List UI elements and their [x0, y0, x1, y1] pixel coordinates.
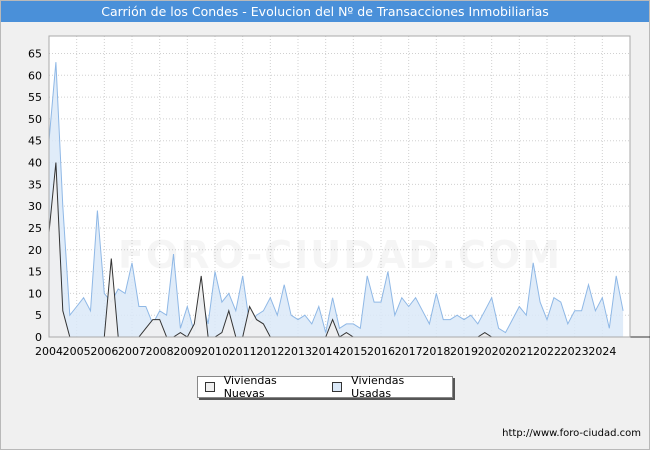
x-tick-label: 2009: [173, 345, 201, 358]
legend-item-nuevas: Viviendas Nuevas: [205, 374, 317, 400]
y-tick-label: 30: [28, 200, 42, 213]
y-tick-label: 60: [28, 69, 42, 82]
x-tick-label: 2006: [90, 345, 118, 358]
source-url: http://www.foro-ciudad.com: [502, 428, 641, 439]
y-tick-label: 45: [28, 135, 42, 148]
y-tick-label: 50: [28, 113, 42, 126]
y-tick-label: 0: [35, 331, 42, 344]
x-tick-label: 2021: [505, 345, 533, 358]
y-tick-label: 35: [28, 178, 42, 191]
y-tick-label: 10: [28, 287, 42, 300]
x-tick-label: 2017: [395, 345, 423, 358]
x-tick-label: 2011: [229, 345, 257, 358]
x-tick-label: 2022: [533, 345, 561, 358]
watermark: FORO-CIUDAD.COM: [118, 233, 562, 277]
y-tick-label: 55: [28, 91, 42, 104]
y-tick-label: 25: [28, 222, 42, 235]
x-tick-label: 2024: [588, 345, 616, 358]
x-tick-label: 2005: [63, 345, 91, 358]
x-tick-label: 2004: [35, 345, 63, 358]
legend-swatch-nuevas: [205, 382, 215, 392]
x-tick-label: 2019: [450, 345, 478, 358]
y-tick-label: 40: [28, 157, 42, 170]
x-tick-label: 2007: [118, 345, 146, 358]
x-tick-label: 2014: [312, 345, 340, 358]
x-tick-label: 2013: [284, 345, 312, 358]
x-tick-label: 2020: [478, 345, 506, 358]
x-tick-label: 2008: [146, 345, 174, 358]
x-tick-label: 2010: [201, 345, 229, 358]
y-tick-label: 65: [28, 47, 42, 60]
y-tick-label: 5: [35, 309, 42, 322]
x-tick-label: 2015: [339, 345, 367, 358]
legend-label-usadas: Viviendas Usadas: [351, 374, 405, 400]
legend-item-usadas: Viviendas Usadas: [332, 374, 444, 400]
legend: Viviendas Nuevas Viviendas Usadas: [197, 374, 453, 400]
legend-swatch-usadas: [332, 382, 343, 392]
x-tick-label: 2018: [422, 345, 450, 358]
x-tick-label: 2012: [256, 345, 284, 358]
x-tick-label: 2016: [367, 345, 395, 358]
legend-label-nuevas: Viviendas Nuevas: [223, 374, 277, 400]
y-tick-label: 15: [28, 266, 42, 279]
y-tick-label: 20: [28, 244, 42, 257]
x-tick-label: 2023: [561, 345, 589, 358]
